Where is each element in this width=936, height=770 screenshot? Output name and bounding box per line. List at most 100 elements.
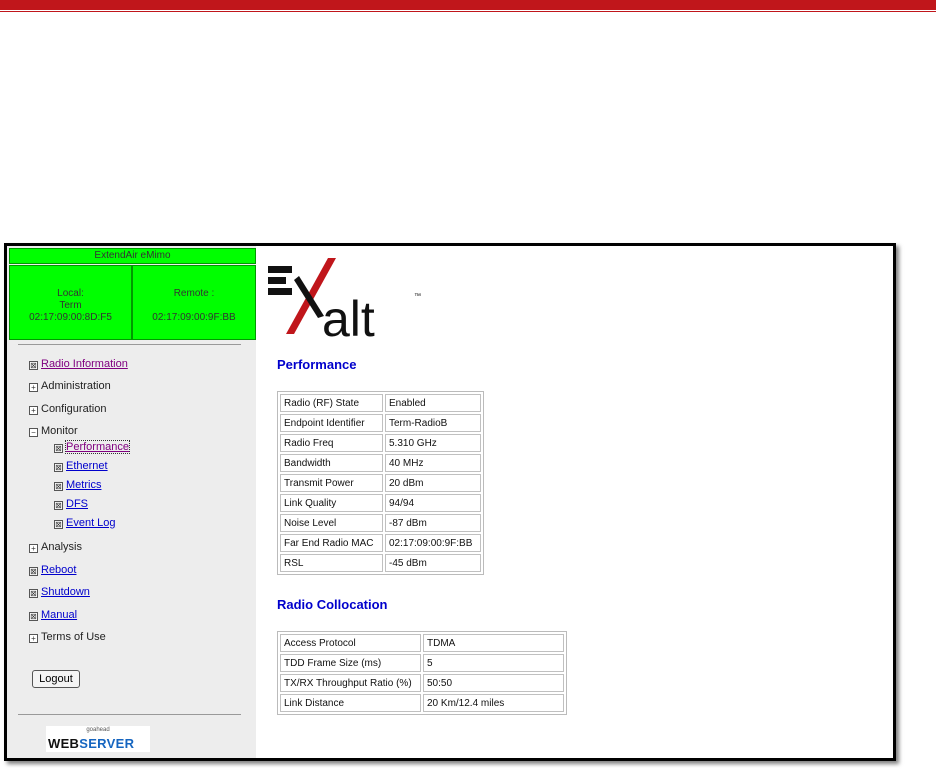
leaf-icon: ⊠ (54, 501, 63, 510)
app-title: ExtendAir eMimo (9, 248, 256, 264)
nav-radio-information[interactable]: ⊠ Radio Information (29, 358, 128, 370)
row-value: -87 dBm (385, 514, 481, 532)
expand-icon[interactable]: + (29, 406, 38, 415)
row-value: 40 MHz (385, 454, 481, 472)
row-label: Link Quality (280, 494, 383, 512)
collocation-title: Radio Collocation (277, 597, 388, 612)
nav-analysis[interactable]: + Analysis (29, 541, 82, 553)
nav-dfs[interactable]: ⊠ DFS (54, 498, 88, 510)
leaf-icon: ⊠ (29, 361, 38, 370)
row-value: 20 Km/12.4 miles (423, 694, 564, 712)
row-label: Transmit Power (280, 474, 383, 492)
row-label: Noise Level (280, 514, 383, 532)
brand-name: alt (322, 291, 375, 341)
trademark: ™ (414, 293, 421, 300)
sidebar: ExtendAir eMimo Local: Term 02:17:09:00:… (7, 246, 256, 758)
row-label: RSL (280, 554, 383, 572)
row-label: Access Protocol (280, 634, 421, 652)
row-value: 5 (423, 654, 564, 672)
nav-monitor-label[interactable]: Monitor (41, 425, 78, 437)
row-label: Radio Freq (280, 434, 383, 452)
row-label: TDD Frame Size (ms) (280, 654, 421, 672)
nav-administration-label[interactable]: Administration (41, 380, 111, 392)
leaf-icon: ⊠ (54, 520, 63, 529)
top-red-bar (0, 0, 936, 10)
remote-info: Remote : 02:17:09:00:9F:BB (132, 265, 256, 340)
nav-performance[interactable]: ⊠ Performance (54, 440, 130, 454)
expand-icon[interactable]: + (29, 383, 38, 392)
table-row: TDD Frame Size (ms) 5 (280, 654, 564, 672)
nav-metrics-link[interactable]: Metrics (66, 479, 101, 491)
collapse-icon[interactable]: − (29, 428, 38, 437)
collocation-table: Access Protocol TDMA TDD Frame Size (ms) 5 T… (277, 631, 567, 715)
webserver-logo-text: WEBSERVER (48, 736, 135, 751)
leaf-icon: ⊠ (29, 589, 38, 598)
table-row: TX/RX Throughput Ratio (%) 50:50 (280, 674, 564, 692)
row-value: 94/94 (385, 494, 481, 512)
nav-reboot-link[interactable]: Reboot (41, 564, 76, 576)
local-info: Local: Term 02:17:09:00:8D:F5 (9, 265, 132, 340)
nav-configuration[interactable]: + Configuration (29, 403, 106, 415)
table-row: RSL -45 dBm (280, 554, 481, 572)
nav-dfs-link[interactable]: DFS (66, 498, 88, 510)
nav-radio-information-link[interactable]: Radio Information (41, 358, 128, 370)
nav-analysis-label[interactable]: Analysis (41, 541, 82, 553)
top-red-line (0, 11, 936, 12)
nav-configuration-label[interactable]: Configuration (41, 403, 106, 415)
exalt-logo: alt ™ (268, 258, 421, 341)
nav-event-log[interactable]: ⊠ Event Log (54, 517, 116, 529)
row-value: TDMA (423, 634, 564, 652)
nav-event-log-link[interactable]: Event Log (66, 517, 116, 529)
nav-metrics[interactable]: ⊠ Metrics (54, 479, 101, 491)
nav-shutdown-link[interactable]: Shutdown (41, 586, 90, 598)
performance-title: Performance (277, 357, 357, 372)
table-row: Radio (RF) State Enabled (280, 394, 481, 412)
nav-performance-link[interactable]: Performance (65, 440, 130, 454)
row-value: 50:50 (423, 674, 564, 692)
nav-terms-of-use-label[interactable]: Terms of Use (41, 631, 106, 643)
nav-administration[interactable]: + Administration (29, 380, 111, 392)
table-row: Bandwidth 40 MHz (280, 454, 481, 472)
expand-icon[interactable]: + (29, 634, 38, 643)
performance-table: Radio (RF) State Enabled Endpoint Identifi… (277, 391, 484, 575)
nav-monitor[interactable]: − Monitor (29, 425, 78, 437)
leaf-icon: ⊠ (54, 482, 63, 491)
webserver-logo: goahead WEBSERVER (46, 726, 150, 752)
row-value: 02:17:09:00:9F:BB (385, 534, 481, 552)
row-label: Far End Radio MAC (280, 534, 383, 552)
row-value: 20 dBm (385, 474, 481, 492)
remote-mac: 02:17:09:00:9F:BB (152, 312, 236, 323)
table-row: Access Protocol TDMA (280, 634, 564, 652)
nav-terms-of-use[interactable]: + Terms of Use (29, 631, 106, 643)
nav-ethernet-link[interactable]: Ethernet (66, 460, 108, 472)
row-value: Enabled (385, 394, 481, 412)
table-row: Link Quality 94/94 (280, 494, 481, 512)
expand-icon[interactable]: + (29, 544, 38, 553)
row-value: Term-RadioB (385, 414, 481, 432)
row-value: 5.310 GHz (385, 434, 481, 452)
nav-ethernet[interactable]: ⊠ Ethernet (54, 460, 108, 472)
webserver-logo-top: goahead (86, 727, 110, 733)
local-mac: 02:17:09:00:8D:F5 (29, 312, 112, 323)
table-row: Transmit Power 20 dBm (280, 474, 481, 492)
remote-label: Remote : (173, 288, 215, 299)
nav-manual-link[interactable]: Manual (41, 609, 77, 621)
leaf-icon: ⊠ (54, 444, 63, 453)
table-row: Link Distance 20 Km/12.4 miles (280, 694, 564, 712)
main-content: alt ™ Performance Radio (RF) State Enable… (256, 246, 893, 758)
row-label: TX/RX Throughput Ratio (%) (280, 674, 421, 692)
row-value: -45 dBm (385, 554, 481, 572)
leaf-icon: ⊠ (54, 463, 63, 472)
leaf-icon: ⊠ (29, 612, 38, 621)
table-row: Far End Radio MAC 02:17:09:00:9F:BB (280, 534, 481, 552)
row-label: Radio (RF) State (280, 394, 383, 412)
row-label: Endpoint Identifier (280, 414, 383, 432)
table-row: Radio Freq 5.310 GHz (280, 434, 481, 452)
local-label: Local: (57, 288, 84, 299)
local-name: Term (59, 300, 82, 311)
row-label: Bandwidth (280, 454, 383, 472)
nav-reboot[interactable]: ⊠ Reboot (29, 564, 76, 576)
logout-button[interactable]: Logout (32, 670, 80, 688)
nav-shutdown[interactable]: ⊠ Shutdown (29, 586, 90, 598)
nav-manual[interactable]: ⊠ Manual (29, 609, 77, 621)
